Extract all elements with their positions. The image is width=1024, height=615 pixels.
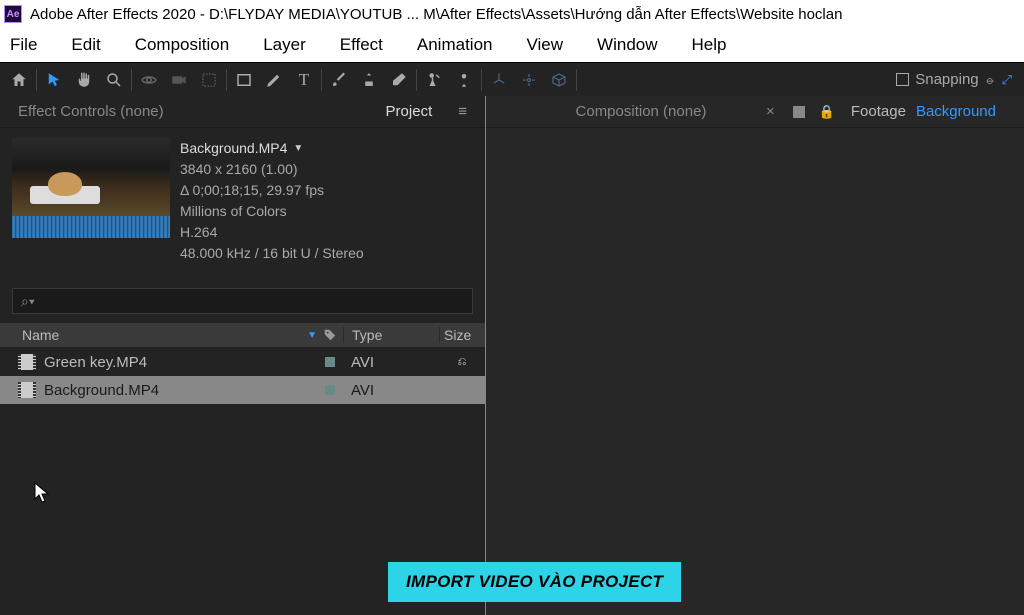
tab-footage-label: Footage <box>851 103 906 120</box>
project-row[interactable]: Green key.MP4 AVI ⎌ <box>0 348 485 376</box>
panel-menu-icon[interactable]: ≡ <box>458 103 467 120</box>
waveform-icon <box>12 216 170 238</box>
row-type: AVI <box>343 354 439 371</box>
column-size[interactable]: Size <box>439 327 485 343</box>
hand-tool-icon[interactable] <box>69 66 99 94</box>
toolbar: T Snapping ⦵ ⤢ <box>0 62 1024 96</box>
project-panel: Effect Controls (none) Project ≡ Backgro… <box>0 96 486 615</box>
snapping-label: Snapping <box>915 71 978 88</box>
brush-tool-icon[interactable] <box>324 66 354 94</box>
3d-axis-icon[interactable] <box>484 66 514 94</box>
roto-brush-tool-icon[interactable] <box>419 66 449 94</box>
label-swatch-icon[interactable] <box>325 357 335 367</box>
camera-tool-icon[interactable] <box>164 66 194 94</box>
menubar: File Edit Composition Layer Effect Anima… <box>0 28 1024 62</box>
menu-help[interactable]: Help <box>684 31 735 59</box>
pen-tool-icon[interactable] <box>259 66 289 94</box>
project-row[interactable]: Background.MP4 AVI <box>0 376 485 404</box>
column-type[interactable]: Type <box>343 327 439 343</box>
tab-composition[interactable]: Composition (none) <box>526 103 756 120</box>
asset-dimensions: 3840 x 2160 (1.00) <box>180 159 473 180</box>
composition-panel-tabs: Composition (none) × 🔒 Footage Backgroun… <box>486 96 1024 128</box>
menu-window[interactable]: Window <box>589 31 665 59</box>
project-panel-tabs: Effect Controls (none) Project ≡ <box>0 96 485 128</box>
window-title: Adobe After Effects 2020 - D:\FLYDAY MED… <box>30 6 842 23</box>
composition-panel: Composition (none) × 🔒 Footage Backgroun… <box>486 96 1024 615</box>
tutorial-callout: IMPORT VIDEO VÀO PROJECT <box>388 562 681 602</box>
asset-audio: 48.000 kHz / 16 bit U / Stereo <box>180 243 473 264</box>
selection-tool-icon[interactable] <box>39 66 69 94</box>
asset-dropdown-icon[interactable]: ▼ <box>293 141 303 156</box>
row-name: Green key.MP4 <box>36 354 317 371</box>
asset-codec: H.264 <box>180 222 473 243</box>
asset-thumbnail[interactable] <box>12 138 170 238</box>
eraser-tool-icon[interactable] <box>384 66 414 94</box>
3d-box-icon[interactable] <box>544 66 574 94</box>
menu-view[interactable]: View <box>519 31 572 59</box>
rectangle-tool-icon[interactable] <box>229 66 259 94</box>
3d-gizmo-icon[interactable] <box>514 66 544 94</box>
menu-file[interactable]: File <box>2 31 45 59</box>
menu-animation[interactable]: Animation <box>409 31 501 59</box>
titlebar: Ae Adobe After Effects 2020 - D:\FLYDAY … <box>0 0 1024 28</box>
workspace: Effect Controls (none) Project ≡ Backgro… <box>0 96 1024 615</box>
row-name: Background.MP4 <box>36 382 317 399</box>
menu-composition[interactable]: Composition <box>127 31 238 59</box>
flowchart-icon[interactable]: ⎌ <box>458 356 467 369</box>
zoom-tool-icon[interactable] <box>99 66 129 94</box>
footage-file-icon <box>18 382 36 398</box>
tab-footage-name[interactable]: Background <box>916 103 996 120</box>
tab-project[interactable]: Project <box>386 103 433 120</box>
clone-stamp-tool-icon[interactable] <box>354 66 384 94</box>
asset-info: Background.MP4 ▼ 3840 x 2160 (1.00) Δ 0;… <box>0 128 485 274</box>
home-icon[interactable] <box>4 66 34 94</box>
column-label[interactable] <box>317 328 343 342</box>
project-columns-header: Name ▼ Type Size <box>0 322 485 348</box>
snapping-toggle[interactable]: Snapping ⦵ ⤢ <box>896 71 1020 88</box>
close-tab-icon[interactable]: × <box>766 103 775 120</box>
menu-layer[interactable]: Layer <box>255 31 314 59</box>
puppet-pin-tool-icon[interactable] <box>449 66 479 94</box>
footage-file-icon <box>18 354 36 370</box>
asset-duration: Δ 0;00;18;15, 29.97 fps <box>180 180 473 201</box>
menu-effect[interactable]: Effect <box>332 31 391 59</box>
asset-colors: Millions of Colors <box>180 201 473 222</box>
snapping-options-icon[interactable]: ⦵ <box>985 72 996 88</box>
pan-behind-tool-icon[interactable] <box>194 66 224 94</box>
sort-caret-icon: ▼ <box>307 330 317 341</box>
snapping-expand-icon[interactable]: ⤢ <box>1002 72 1012 88</box>
text-tool-icon[interactable]: T <box>289 66 319 94</box>
app-icon: Ae <box>4 5 22 23</box>
search-icon: ⌕▾ <box>21 293 35 310</box>
panel-square-icon[interactable] <box>793 106 805 118</box>
project-search-input[interactable]: ⌕▾ <box>12 288 473 314</box>
asset-metadata: Background.MP4 ▼ 3840 x 2160 (1.00) Δ 0;… <box>180 138 473 264</box>
label-swatch-icon[interactable] <box>325 385 335 395</box>
tab-effect-controls[interactable]: Effect Controls (none) <box>18 103 164 120</box>
column-name[interactable]: Name ▼ <box>0 327 317 343</box>
orbit-tool-icon[interactable] <box>134 66 164 94</box>
asset-name: Background.MP4 <box>180 138 287 159</box>
lock-icon[interactable]: 🔒 <box>819 104 835 120</box>
composition-viewer[interactable] <box>486 128 1024 615</box>
row-type: AVI <box>343 382 439 399</box>
menu-edit[interactable]: Edit <box>63 31 108 59</box>
snapping-checkbox-icon[interactable] <box>896 73 909 86</box>
